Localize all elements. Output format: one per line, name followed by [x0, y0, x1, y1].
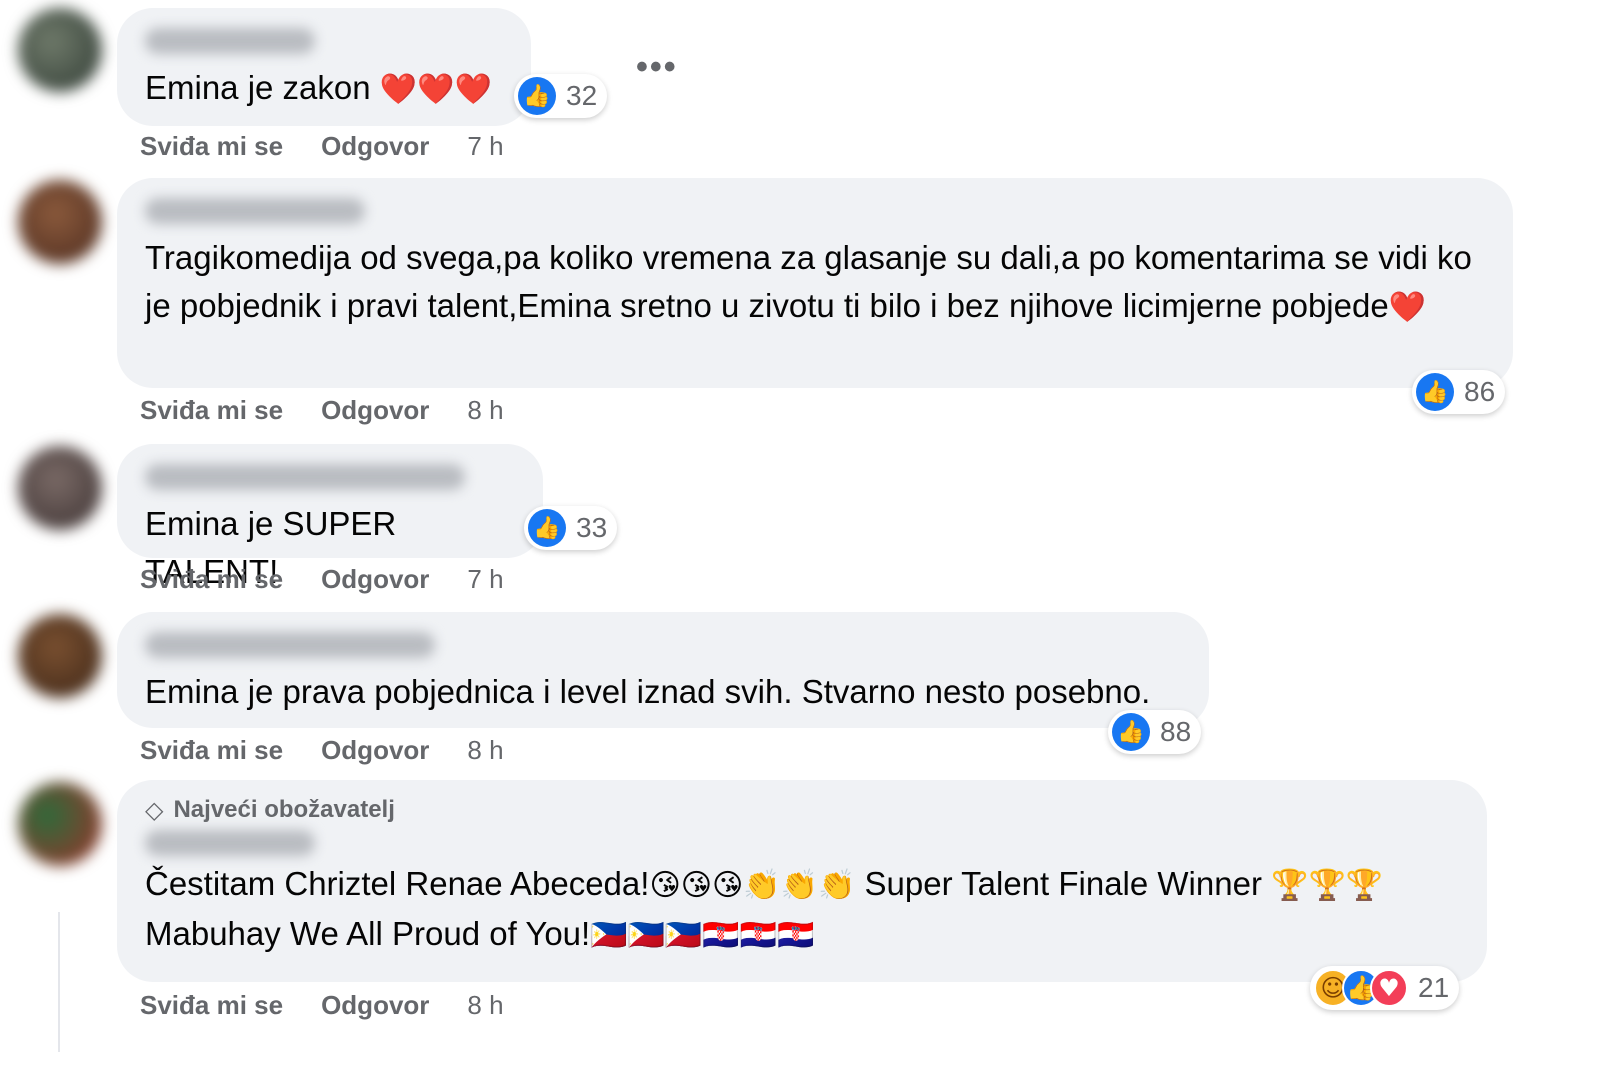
reaction-summary[interactable]: 👍 33 — [524, 506, 618, 550]
comment-actions: Sviđa mi se Odgovor 7 h — [140, 564, 504, 595]
comment-timestamp[interactable]: 8 h — [467, 735, 503, 766]
comment-timestamp[interactable]: 7 h — [467, 564, 503, 595]
reaction-summary[interactable]: ☺ 👍 ♥ 21 — [1310, 966, 1460, 1010]
reaction-count: 86 — [1464, 376, 1496, 407]
author-name-blurred[interactable] — [145, 830, 315, 856]
avatar[interactable] — [18, 782, 102, 866]
author-name-blurred[interactable] — [145, 28, 315, 54]
reply-thread-line — [58, 912, 60, 1052]
heart-emojis: ❤️❤️❤️ — [379, 72, 492, 107]
comment-text: Emina je zakon ❤️❤️❤️ — [145, 69, 492, 107]
like-button[interactable]: Sviđa mi se — [140, 564, 283, 595]
avatar[interactable] — [18, 8, 102, 92]
reply-button[interactable]: Odgovor — [321, 395, 429, 426]
reaction-summary[interactable]: 👍 32 — [514, 74, 608, 118]
comment-timestamp[interactable]: 8 h — [467, 990, 503, 1021]
comment-timestamp[interactable]: 7 h — [467, 131, 503, 162]
comment-actions: Sviđa mi se Odgovor 8 h — [140, 990, 504, 1021]
love-icon: ♥ — [1370, 969, 1408, 1007]
like-button[interactable]: Sviđa mi se — [140, 990, 283, 1021]
trophy-emojis: 🏆🏆🏆 — [1271, 868, 1384, 903]
reply-button[interactable]: Odgovor — [321, 564, 429, 595]
comment-bubble: Tragikomedija od svega,pa koliko vremena… — [117, 178, 1513, 388]
reply-button[interactable]: Odgovor — [321, 735, 429, 766]
comment-text: Tragikomedija od svega,pa koliko vremena… — [145, 239, 1481, 325]
comment-actions: Sviđa mi se Odgovor 8 h — [140, 735, 504, 766]
like-thumb-icon: 👍 — [528, 509, 566, 547]
avatar[interactable] — [18, 614, 102, 698]
reaction-summary[interactable]: 👍 88 — [1108, 710, 1202, 754]
diamond-icon: ◇ — [145, 796, 164, 824]
comment-text: Čestitam Chriztel Renae Abeceda!😘😘😘👏👏👏 S… — [145, 865, 1384, 953]
comment-bubble: ◇ Najveći obožavatelj Čestitam Chriztel … — [117, 780, 1487, 982]
author-name-blurred[interactable] — [145, 198, 365, 224]
reply-button[interactable]: Odgovor — [321, 990, 429, 1021]
more-options-icon[interactable]: ••• — [636, 48, 678, 87]
like-thumb-icon: 👍 — [1416, 373, 1454, 411]
comment-actions: Sviđa mi se Odgovor 8 h — [140, 395, 504, 426]
reaction-count: 32 — [566, 80, 598, 111]
flag-emojis: 🇵🇭🇵🇭🇵🇭🇭🇷🇭🇷🇭🇷 — [590, 918, 815, 953]
comment-bubble: Emina je prava pobjednica i level iznad … — [117, 612, 1209, 728]
comment-actions: Sviđa mi se Odgovor 7 h — [140, 131, 504, 162]
reply-button[interactable]: Odgovor — [321, 131, 429, 162]
reaction-count: 33 — [576, 512, 608, 543]
avatar[interactable] — [18, 180, 102, 264]
top-fan-badge[interactable]: ◇ Najveći obožavatelj — [145, 796, 1459, 824]
reaction-count: 21 — [1418, 972, 1450, 1003]
author-name-blurred[interactable] — [145, 464, 465, 490]
like-button[interactable]: Sviđa mi se — [140, 395, 283, 426]
author-name-blurred[interactable] — [145, 632, 435, 658]
reaction-summary[interactable]: 👍 86 — [1412, 370, 1506, 414]
comment-bubble: Emina je SUPER TALENT! — [117, 444, 543, 590]
like-thumb-icon: 👍 — [1112, 713, 1150, 751]
kiss-clap-emojis: 😘😘😘👏👏👏 — [649, 868, 856, 903]
comment-text: Emina je prava pobjednica i level iznad … — [145, 673, 1151, 710]
like-button[interactable]: Sviđa mi se — [140, 131, 283, 162]
reaction-count: 88 — [1160, 716, 1192, 747]
heart-emoji: ❤️ — [1388, 290, 1427, 325]
avatar[interactable] — [18, 446, 102, 530]
top-fan-label: Najveći obožavatelj — [173, 796, 395, 823]
like-thumb-icon: 👍 — [518, 77, 556, 115]
comment-timestamp[interactable]: 8 h — [467, 395, 503, 426]
comment-bubble: Emina je zakon ❤️❤️❤️ — [117, 8, 531, 126]
like-button[interactable]: Sviđa mi se — [140, 735, 283, 766]
